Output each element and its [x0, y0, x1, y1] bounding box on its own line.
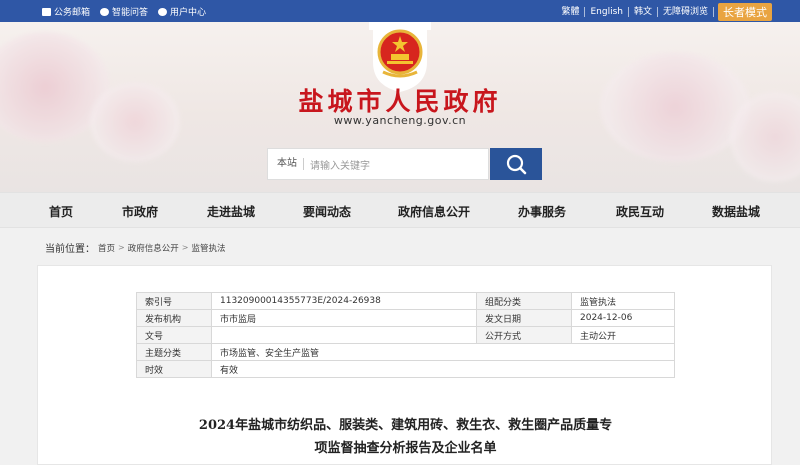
document-metadata-table: 索引号 11320900014355773E/2024-26938 组配分类 监…: [136, 292, 675, 378]
document-title-line: 2024年盐城市纺织品、服装类、建筑用砖、救生衣、救生圈产品质量专: [198, 418, 613, 433]
issue-date-value: 2024-12-06: [571, 309, 675, 327]
publisher-label: 发布机构: [136, 309, 212, 327]
breadcrumb: 当前位置： 首页 > 政府信息公开 > 监管执法: [45, 240, 225, 255]
search-input[interactable]: 本站 请输入关键字: [267, 148, 489, 180]
elder-mode-button[interactable]: 长者模式: [718, 3, 772, 21]
nav-item-about-yancheng[interactable]: 走进盐城: [207, 203, 255, 220]
user-center-link[interactable]: 用户中心: [158, 5, 206, 18]
issue-date-label: 发文日期: [476, 309, 572, 327]
topic-label: 主题分类: [136, 343, 212, 361]
nav-item-data-yancheng[interactable]: 数据盐城: [712, 203, 760, 220]
table-row: 文号 公开方式 主动公开: [136, 326, 675, 344]
nav-item-home[interactable]: 首页: [49, 203, 73, 220]
public-mail-link[interactable]: 公务邮箱: [42, 5, 90, 18]
traditional-chinese-link[interactable]: 繁體: [556, 7, 586, 17]
table-row: 索引号 11320900014355773E/2024-26938 组配分类 监…: [136, 292, 675, 310]
disclosure-method-value: 主动公开: [571, 326, 675, 344]
top-utility-bar: 公务邮箱 智能问答 用户中心 繁體 English 韩文 无障碍浏览 长者模式: [0, 0, 800, 22]
validity-value: 有效: [211, 360, 675, 378]
category-label: 组配分类: [476, 292, 572, 310]
top-right-links: 繁體 English 韩文 无障碍浏览 长者模式: [556, 3, 772, 21]
publisher-value: 市市监局: [211, 309, 477, 327]
nav-item-interaction[interactable]: 政民互动: [616, 203, 664, 220]
chat-icon: [100, 7, 110, 16]
breadcrumb-separator: >: [181, 243, 189, 252]
korean-link[interactable]: 韩文: [629, 7, 658, 17]
nav-item-services[interactable]: 办事服务: [518, 203, 566, 220]
table-row: 时效 有效: [136, 360, 675, 378]
index-number-value: 11320900014355773E/2024-26938: [211, 292, 477, 310]
breadcrumb-item-home[interactable]: 首页: [98, 242, 115, 254]
site-url: www.yancheng.gov.cn: [333, 114, 467, 127]
nav-item-city-government[interactable]: 市政府: [122, 203, 158, 220]
nav-item-info-disclosure[interactable]: 政府信息公开: [398, 203, 470, 220]
site-title: 盐城市人民政府: [298, 87, 502, 116]
table-row: 发布机构 市市监局 发文日期 2024-12-06: [136, 309, 675, 327]
search-button[interactable]: [490, 148, 542, 180]
disclosure-method-label: 公开方式: [476, 326, 572, 344]
search-placeholder: 请输入关键字: [310, 160, 370, 172]
breadcrumb-item-info-disclosure[interactable]: 政府信息公开: [128, 242, 179, 254]
validity-label: 时效: [136, 360, 212, 378]
article-panel: 索引号 11320900014355773E/2024-26938 组配分类 监…: [37, 265, 772, 465]
smart-qa-link[interactable]: 智能问答: [100, 5, 148, 18]
breadcrumb-label: 当前位置：: [45, 244, 95, 255]
document-number-label: 文号: [136, 326, 212, 344]
category-value: 监管执法: [571, 292, 675, 310]
english-link[interactable]: English: [585, 7, 629, 17]
top-left-links: 公务邮箱 智能问答 用户中心: [42, 5, 206, 18]
document-title: 2024年盐城市纺织品、服装类、建筑用砖、救生衣、救生圈产品质量专 项监督抽查分…: [38, 414, 773, 460]
nav-item-news[interactable]: 要闻动态: [303, 203, 351, 220]
smart-qa-label: 智能问答: [112, 8, 149, 18]
user-center-label: 用户中心: [170, 8, 207, 18]
user-icon: [158, 7, 168, 16]
public-mail-label: 公务邮箱: [54, 8, 91, 18]
topic-value: 市场监管、安全生产监管: [211, 343, 675, 361]
breadcrumb-separator: >: [118, 243, 125, 252]
search-scope[interactable]: 本站: [277, 158, 304, 170]
document-title-line: 项监督抽查分析报告及企业名单: [314, 441, 497, 456]
main-nav: 首页 市政府 走进盐城 要闻动态 政府信息公开 办事服务 政民互动 数据盐城: [0, 192, 800, 228]
search-icon: [506, 154, 527, 175]
mail-icon: [42, 7, 51, 16]
index-number-label: 索引号: [136, 292, 212, 310]
breadcrumb-item-supervision[interactable]: 监管执法: [191, 242, 225, 254]
document-number-value: [211, 326, 477, 344]
table-row: 主题分类 市场监管、安全生产监管: [136, 343, 675, 361]
accessibility-link[interactable]: 无障碍浏览: [658, 7, 714, 17]
